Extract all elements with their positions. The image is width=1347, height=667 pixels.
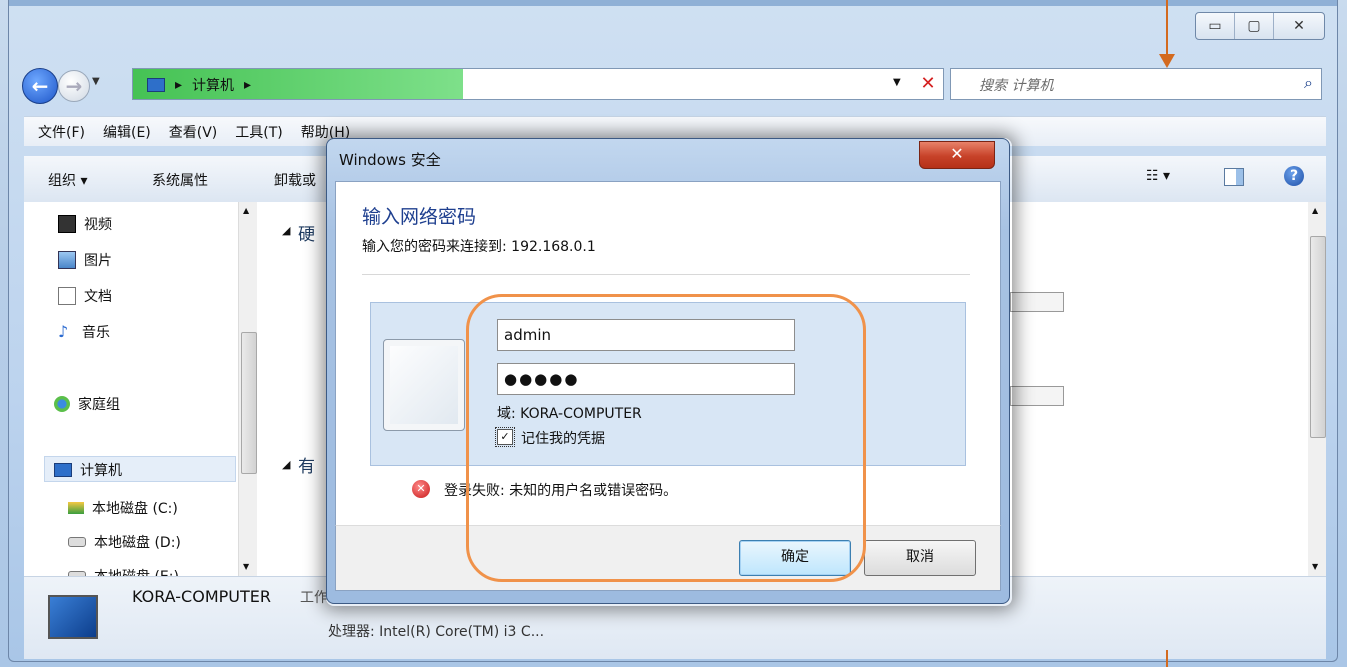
back-button[interactable]: ← xyxy=(22,68,58,104)
annotation-arrow-head xyxy=(1159,54,1175,68)
collapse-group-icon[interactable]: ◢ xyxy=(282,224,290,237)
address-dropdown-icon[interactable]: ▼ xyxy=(893,77,901,88)
dialog-close-button[interactable]: ✕ xyxy=(919,141,995,169)
nav-scrollbar[interactable]: ▲ ▼ xyxy=(238,202,257,576)
preview-pane-icon[interactable] xyxy=(1224,168,1244,186)
menu-tools[interactable]: 工具(T) xyxy=(235,122,282,142)
dialog-subheading: 输入您的密码来连接到: 192.168.0.1 xyxy=(362,239,596,255)
scroll-up-icon[interactable]: ▲ xyxy=(243,206,249,215)
nav-item-label: 文档 xyxy=(84,289,112,305)
system-properties-button[interactable]: 系统属性 xyxy=(152,170,208,190)
search-icon[interactable]: ⌕ xyxy=(1304,73,1313,93)
nav-item-drive-c[interactable]: 本地磁盘 (C:) xyxy=(68,498,178,518)
navigation-pane: 视频 图片 文档 ♪ 音乐 家庭组 计算机 本地磁盘 (C:) 本地磁盘 (D:… xyxy=(24,202,266,576)
nav-item-label: 计算机 xyxy=(80,463,122,479)
computer-icon xyxy=(54,463,72,477)
window-top-border xyxy=(9,0,1337,6)
nav-item-drive-e[interactable]: 本地磁盘 (E:) xyxy=(68,566,238,576)
nav-item-label: 图片 xyxy=(84,253,112,269)
nav-item-music[interactable]: ♪ 音乐 xyxy=(58,322,110,342)
main-scroll-thumb[interactable] xyxy=(1310,236,1326,438)
user-tile-icon xyxy=(383,339,465,431)
organize-button[interactable]: 组织 ▾ xyxy=(48,170,87,190)
stop-loading-icon[interactable]: ✕ xyxy=(915,71,941,97)
error-icon: ✕ xyxy=(412,480,430,498)
back-arrow-icon: ← xyxy=(31,74,49,98)
history-dropdown-icon[interactable]: ▼ xyxy=(92,76,100,87)
caption-buttons: ▭ ▢ ✕ xyxy=(1195,12,1325,40)
nav-item-pictures[interactable]: 图片 xyxy=(58,250,112,270)
annotation-arrow-line xyxy=(1166,650,1168,667)
breadcrumb-separator[interactable]: ▸ xyxy=(175,77,182,93)
processor-value: 处理器: Intel(R) Core(TM) i3 C... xyxy=(328,624,545,640)
group-header-removable: 有 xyxy=(298,457,315,477)
dialog-title: Windows 安全 xyxy=(339,151,441,169)
drive-capacity-bar xyxy=(1010,292,1064,312)
dialog-heading: 输入网络密码 xyxy=(362,206,477,228)
scroll-down-icon[interactable]: ▼ xyxy=(243,562,249,571)
nav-item-label: 音乐 xyxy=(82,325,110,341)
forward-button[interactable]: → xyxy=(58,70,90,102)
menu-edit[interactable]: 编辑(E) xyxy=(103,122,151,142)
nav-item-documents[interactable]: 文档 xyxy=(58,286,112,306)
main-scrollbar[interactable]: ▲ ▼ xyxy=(1308,202,1326,576)
nav-item-drive-e-clip: 本地磁盘 (E:) xyxy=(68,566,238,576)
breadcrumb-computer[interactable]: 计算机 xyxy=(192,75,234,95)
drive-capacity-bar xyxy=(1010,386,1064,406)
video-icon xyxy=(58,215,76,233)
nav-item-label: 本地磁盘 (C:) xyxy=(92,501,178,517)
nav-item-label: 视频 xyxy=(84,217,112,233)
drive-icon xyxy=(68,537,86,547)
help-icon[interactable]: ? xyxy=(1284,166,1304,186)
annotation-highlight xyxy=(466,294,866,582)
nav-item-drive-d[interactable]: 本地磁盘 (D:) xyxy=(68,532,181,552)
forward-arrow-icon: → xyxy=(65,74,83,98)
music-icon: ♪ xyxy=(58,322,69,341)
nav-item-video[interactable]: 视频 xyxy=(58,214,112,234)
document-icon xyxy=(58,287,76,305)
address-bar[interactable]: ▸ 计算机 ▸ ▼ ✕ xyxy=(132,68,944,100)
nav-item-label: 家庭组 xyxy=(78,397,120,413)
menu-file[interactable]: 文件(F) xyxy=(38,122,85,142)
nav-item-label: 本地磁盘 (D:) xyxy=(94,535,181,551)
scroll-down-icon[interactable]: ▼ xyxy=(1312,562,1318,571)
nav-scroll-thumb[interactable] xyxy=(241,332,257,474)
dialog-divider xyxy=(362,274,970,275)
scroll-up-icon[interactable]: ▲ xyxy=(1312,206,1318,215)
nav-item-computer[interactable]: 计算机 xyxy=(54,460,122,480)
search-box[interactable]: 搜索 计算机 ⌕ xyxy=(950,68,1322,100)
annotation-arrow-line xyxy=(1166,0,1168,56)
close-button[interactable]: ✕ xyxy=(1274,13,1324,39)
computer-small-icon xyxy=(147,78,165,92)
computer-name: KORA-COMPUTER xyxy=(132,587,271,606)
nav-item-homegroup[interactable]: 家庭组 xyxy=(54,394,120,414)
group-header-drives: 硬 xyxy=(298,225,315,245)
collapse-group-icon[interactable]: ◢ xyxy=(282,458,290,471)
uninstall-button[interactable]: 卸载或 xyxy=(274,170,316,190)
computer-large-icon xyxy=(48,595,98,639)
system-drive-icon xyxy=(68,502,84,514)
minimize-button[interactable]: ▭ xyxy=(1196,13,1235,39)
view-options-icon[interactable]: ☷ ▾ xyxy=(1146,168,1170,184)
search-placeholder: 搜索 计算机 xyxy=(979,78,1054,94)
menu-view[interactable]: 查看(V) xyxy=(169,122,218,142)
maximize-button[interactable]: ▢ xyxy=(1235,13,1274,39)
homegroup-icon xyxy=(54,396,70,412)
picture-icon xyxy=(58,251,76,269)
nav-item-label: 本地磁盘 (E:) xyxy=(94,566,179,576)
cancel-button[interactable]: 取消 xyxy=(864,540,976,576)
breadcrumb-separator-trailing[interactable]: ▸ xyxy=(244,77,251,93)
breadcrumb: ▸ 计算机 ▸ xyxy=(147,75,251,95)
